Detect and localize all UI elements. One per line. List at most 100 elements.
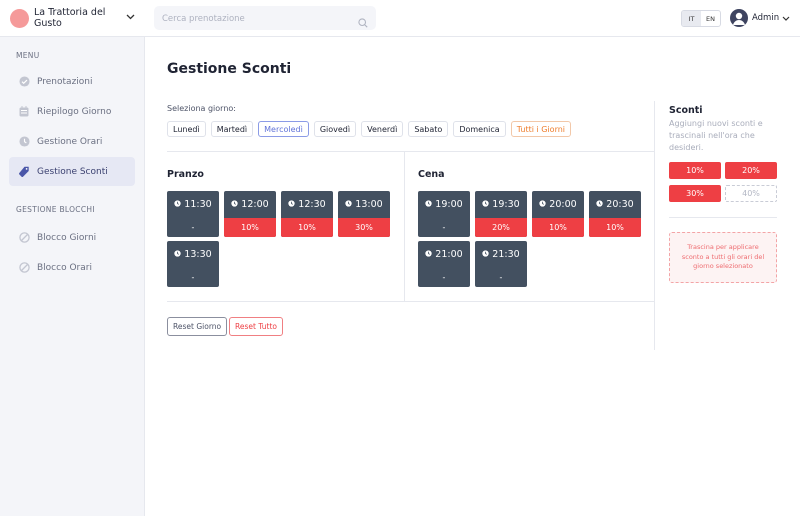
slot-time: 13:00 <box>355 199 383 210</box>
clock-icon <box>18 136 30 148</box>
slot-time: 12:00 <box>241 199 269 210</box>
main-content: Gestione Sconti Seleziona giorno: Lunedì… <box>145 37 800 516</box>
time-slot[interactable]: 21:30 - <box>475 241 527 287</box>
time-slot[interactable]: 19:00 - <box>418 191 470 237</box>
day-button-lunedi[interactable]: Lunedì <box>167 121 206 137</box>
sidebar-item-riepilogo-giorno[interactable]: Riepilogo Giorno <box>9 97 135 126</box>
sidebar-item-gestione-orari[interactable]: Gestione Orari <box>9 127 135 156</box>
slot-discount: 10% <box>589 218 641 237</box>
tag-icon <box>18 166 30 178</box>
lang-en-button[interactable]: EN <box>701 11 720 26</box>
block-icon <box>18 262 30 274</box>
block-icon <box>18 232 30 244</box>
day-button-venerdi[interactable]: Venerdì <box>361 121 404 137</box>
menu-section-label: MENU <box>16 51 40 60</box>
day-selector: Lunedì Martedì Mercoledì Giovedì Venerdì… <box>167 121 572 137</box>
day-button-giovedi[interactable]: Giovedì <box>313 121 357 137</box>
cena-slots: 19:00 - 19:30 20% 20:00 10% 20:30 10% 21… <box>418 191 641 287</box>
avatar <box>730 9 748 27</box>
slot-discount: 10% <box>281 218 333 237</box>
slot-time: 21:00 <box>435 249 463 260</box>
sidebar-item-blocco-orari[interactable]: Blocco Orari <box>9 253 135 282</box>
time-slot[interactable]: 21:00 - <box>418 241 470 287</box>
slot-time: 20:00 <box>549 199 577 210</box>
user-menu[interactable]: Admin <box>730 9 790 27</box>
day-button-domenica[interactable]: Domenica <box>453 121 506 137</box>
brand-switcher[interactable]: La Trattoria del Gusto <box>0 0 145 37</box>
sidebar: La Trattoria del Gusto MENU Prenotazioni… <box>0 0 145 516</box>
slot-time: 21:30 <box>492 249 520 260</box>
sidebar-item-prenotazioni[interactable]: Prenotazioni <box>9 67 135 96</box>
clock-icon <box>596 199 603 210</box>
slot-time: 12:30 <box>298 199 326 210</box>
divider <box>404 151 405 301</box>
reset-day-button[interactable]: Reset Giorno <box>167 317 228 336</box>
discount-chip[interactable]: 30% <box>669 185 721 202</box>
time-slot[interactable]: 19:30 20% <box>475 191 527 237</box>
discount-chip-add[interactable]: 40% <box>725 185 777 202</box>
search-input[interactable] <box>154 7 344 31</box>
discount-chip[interactable]: 10% <box>669 162 721 179</box>
slot-discount: 10% <box>224 218 276 237</box>
slot-time: 11:30 <box>184 199 212 210</box>
pranzo-slots: 11:30 - 12:00 10% 12:30 10% 13:00 30% 13… <box>167 191 390 287</box>
slot-time: 13:30 <box>184 249 212 260</box>
time-slot[interactable]: 12:00 10% <box>224 191 276 237</box>
slot-discount: 10% <box>532 218 584 237</box>
sidebar-item-label: Blocco Orari <box>37 262 92 273</box>
sidebar-item-label: Gestione Sconti <box>37 166 108 177</box>
slot-discount: - <box>442 273 446 282</box>
sidebar-item-label: Blocco Giorni <box>37 232 97 243</box>
day-button-martedi[interactable]: Martedì <box>210 121 254 137</box>
slot-discount: - <box>191 273 195 282</box>
chevron-down-icon[interactable] <box>126 13 135 23</box>
slot-time: 20:30 <box>606 199 634 210</box>
clock-icon <box>174 249 181 260</box>
clock-icon <box>425 199 432 210</box>
day-button-mercoledi[interactable]: Mercoledì <box>258 121 309 137</box>
time-slot[interactable]: 20:00 10% <box>532 191 584 237</box>
calendar-icon <box>18 106 30 118</box>
day-button-sabato[interactable]: Sabato <box>408 121 449 137</box>
lang-it-button[interactable]: IT <box>682 11 701 26</box>
time-slot[interactable]: 12:30 10% <box>281 191 333 237</box>
slot-discount: 30% <box>338 218 390 237</box>
divider <box>167 301 654 302</box>
blocks-section-label: GESTIONE BLOCCHI <box>16 205 95 214</box>
discounts-panel-title: Sconti <box>669 105 703 116</box>
apply-all-drop-zone[interactable]: Trascina per applicare sconto a tutti gl… <box>669 232 777 283</box>
brand-logo <box>10 8 29 28</box>
discount-chip[interactable]: 20% <box>725 162 777 179</box>
time-slot[interactable]: 11:30 - <box>167 191 219 237</box>
clock-icon <box>231 199 238 210</box>
sidebar-item-label: Prenotazioni <box>37 76 93 87</box>
panel-divider <box>654 101 655 350</box>
brand-name: La Trattoria del Gusto <box>34 7 106 29</box>
time-slot[interactable]: 13:00 30% <box>338 191 390 237</box>
discounts-panel-description: Aggiungi nuovi sconti e trascinali nell'… <box>669 119 763 152</box>
time-slot[interactable]: 20:30 10% <box>589 191 641 237</box>
clock-icon <box>174 199 181 210</box>
day-button-tutti[interactable]: Tutti i Giorni <box>510 121 572 137</box>
clock-icon <box>482 249 489 260</box>
time-slot[interactable]: 13:30 - <box>167 241 219 287</box>
search-box <box>154 6 376 32</box>
reset-all-button[interactable]: Reset Tutto <box>229 317 284 336</box>
slot-discount: 20% <box>475 218 527 237</box>
search-icon[interactable] <box>358 13 368 32</box>
slot-discount: - <box>499 273 503 282</box>
clock-icon <box>288 199 295 210</box>
slot-discount: - <box>191 223 195 232</box>
cena-title: Cena <box>418 169 445 180</box>
language-switch: IT EN <box>681 10 721 27</box>
sidebar-item-label: Gestione Orari <box>37 136 103 147</box>
topbar: IT EN Admin <box>145 0 800 37</box>
clock-icon <box>345 199 352 210</box>
sidebar-item-gestione-sconti[interactable]: Gestione Sconti <box>9 157 135 186</box>
pranzo-title: Pranzo <box>167 169 204 180</box>
sidebar-item-blocco-giorni[interactable]: Blocco Giorni <box>9 223 135 252</box>
clock-icon <box>482 199 489 210</box>
user-name: Admin <box>752 13 780 23</box>
slot-time: 19:00 <box>435 199 463 210</box>
page-title: Gestione Sconti <box>167 61 292 77</box>
